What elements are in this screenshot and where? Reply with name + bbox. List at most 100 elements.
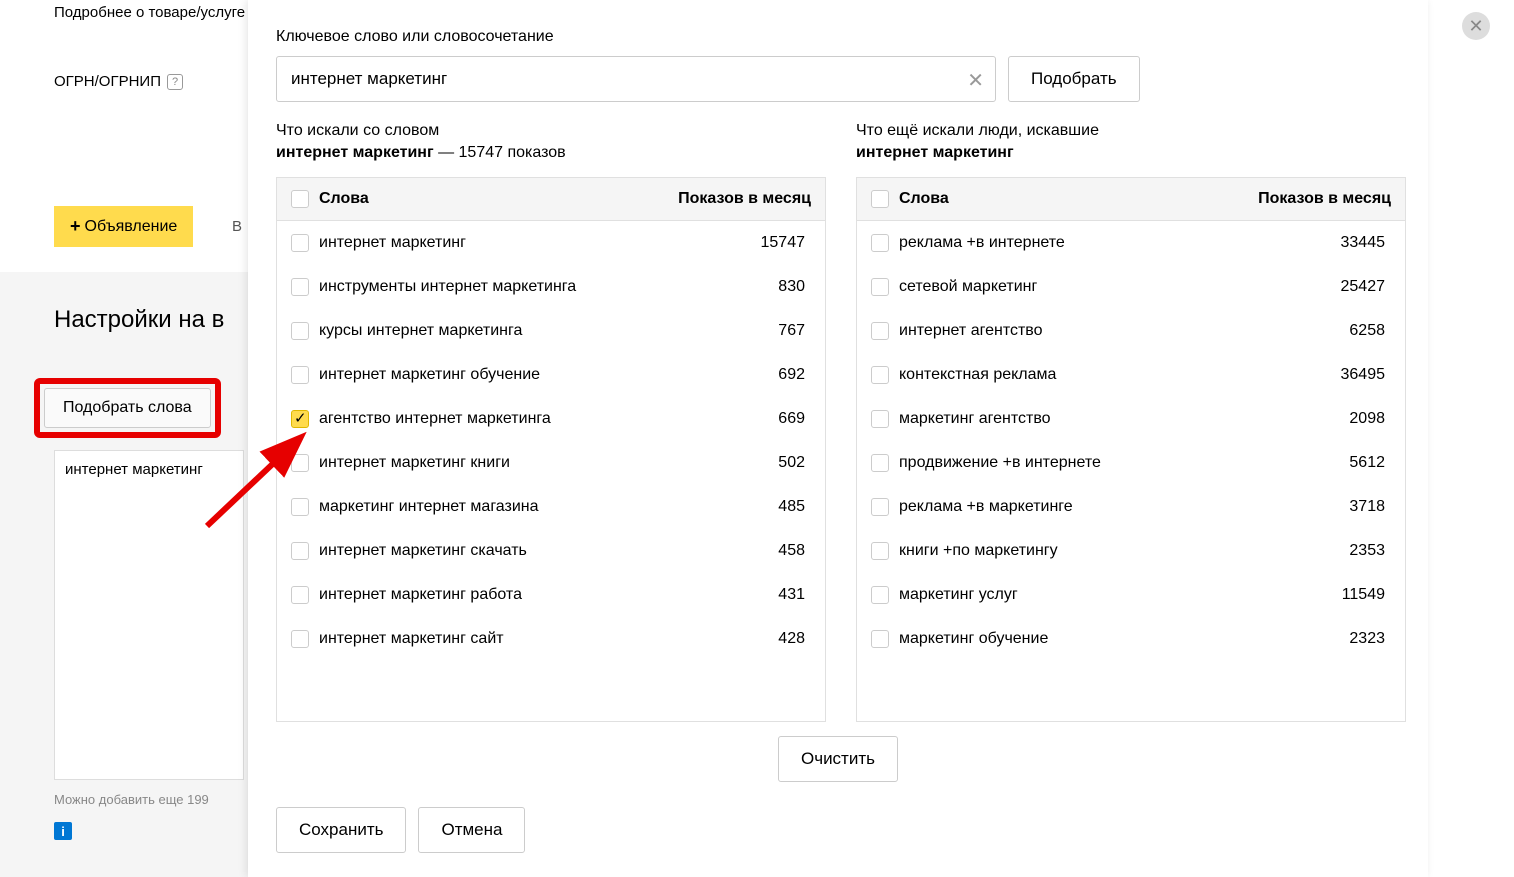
row-word: агентство интернет маркетинга bbox=[319, 410, 551, 428]
ogrnip-label: ОГРН/ОГРНИП bbox=[54, 73, 161, 90]
table-row[interactable]: реклама +в интернете33445 bbox=[857, 221, 1405, 265]
clear-button[interactable]: Очистить bbox=[778, 736, 898, 782]
plus-icon: + bbox=[70, 216, 81, 237]
row-count: 2353 bbox=[1251, 542, 1391, 560]
pick-words-button[interactable]: Подобрать слова bbox=[44, 388, 211, 428]
row-checkbox[interactable] bbox=[871, 410, 889, 428]
row-checkbox[interactable] bbox=[291, 366, 309, 384]
header-count: Показов в месяц bbox=[1231, 190, 1391, 208]
row-count: 502 bbox=[671, 454, 811, 472]
row-checkbox[interactable] bbox=[871, 278, 889, 296]
row-word: инструменты интернет маркетинга bbox=[319, 278, 576, 296]
add-ad-label: Объявление bbox=[85, 218, 178, 236]
select-all-checkbox[interactable] bbox=[291, 190, 309, 208]
table-row[interactable]: интернет маркетинг работа431 bbox=[277, 573, 825, 617]
row-word: книги +по маркетингу bbox=[899, 542, 1058, 560]
row-count: 767 bbox=[671, 322, 811, 340]
row-count: 458 bbox=[671, 542, 811, 560]
help-icon[interactable]: ? bbox=[167, 74, 183, 90]
row-count: 3718 bbox=[1251, 498, 1391, 516]
row-word: сетевой маркетинг bbox=[899, 278, 1037, 296]
row-word: интернет маркетинг обучение bbox=[319, 366, 540, 384]
row-checkbox[interactable] bbox=[871, 322, 889, 340]
close-icon[interactable]: ✕ bbox=[1462, 12, 1490, 40]
background-page: Подробнее о товаре/услуге ОГРН/ОГРНИП ? … bbox=[0, 0, 260, 877]
cancel-button[interactable]: Отмена bbox=[418, 807, 525, 853]
row-checkbox[interactable] bbox=[291, 322, 309, 340]
row-count: 6258 bbox=[1251, 322, 1391, 340]
row-checkbox[interactable] bbox=[291, 234, 309, 252]
header-words: Слова bbox=[899, 190, 949, 208]
row-count: 669 bbox=[671, 410, 811, 428]
info-icon: i bbox=[54, 822, 72, 840]
row-count: 692 bbox=[671, 366, 811, 384]
row-word: интернет маркетинг bbox=[319, 234, 466, 252]
table-row[interactable]: маркетинг интернет магазина 485 bbox=[277, 485, 825, 529]
table-row[interactable]: интернет агентство 6258 bbox=[857, 309, 1405, 353]
row-word: маркетинг услуг bbox=[899, 586, 1018, 604]
product-label: Подробнее о товаре/услуге bbox=[54, 0, 260, 25]
left-table-body[interactable]: интернет маркетинг 15747 инструменты интер… bbox=[277, 221, 825, 721]
row-count: 15747 bbox=[671, 234, 811, 252]
table-row[interactable]: агентство интернет маркетинга 669 bbox=[277, 397, 825, 441]
row-word: маркетинг интернет магазина bbox=[319, 498, 539, 516]
left-results-column: Что искали со словом интернет маркетинг … bbox=[276, 120, 826, 722]
row-checkbox[interactable] bbox=[291, 498, 309, 516]
table-row[interactable]: реклама +в маркетинге 3718 bbox=[857, 485, 1405, 529]
table-row[interactable]: контекстная реклама 36495 bbox=[857, 353, 1405, 397]
row-checkbox[interactable] bbox=[291, 454, 309, 472]
row-count: 5612 bbox=[1251, 454, 1391, 472]
table-row[interactable]: продвижение +в интернете5612 bbox=[857, 441, 1405, 485]
row-checkbox[interactable] bbox=[871, 498, 889, 516]
clear-input-icon[interactable]: ✕ bbox=[967, 68, 984, 93]
table-row[interactable]: интернет маркетинг 15747 bbox=[277, 221, 825, 265]
row-count: 485 bbox=[671, 498, 811, 516]
row-word: интернет агентство bbox=[899, 322, 1043, 340]
table-row[interactable]: интернет маркетинг обучение 692 bbox=[277, 353, 825, 397]
row-checkbox[interactable] bbox=[291, 542, 309, 560]
right-caption: Что ещё искали люди, искавшие интернет м… bbox=[856, 120, 1406, 165]
row-checkbox[interactable] bbox=[291, 278, 309, 296]
table-row[interactable]: маркетинг агентство2098 bbox=[857, 397, 1405, 441]
row-word: контекстная реклама bbox=[899, 366, 1056, 384]
header-words: Слова bbox=[319, 190, 369, 208]
row-checkbox[interactable] bbox=[291, 586, 309, 604]
table-row[interactable]: инструменты интернет маркетинга 830 bbox=[277, 265, 825, 309]
save-button[interactable]: Сохранить bbox=[276, 807, 406, 853]
row-count: 11549 bbox=[1251, 586, 1391, 604]
row-checkbox[interactable] bbox=[871, 366, 889, 384]
table-row[interactable]: книги +по маркетингу 2353 bbox=[857, 529, 1405, 573]
table-row[interactable]: интернет маркетинг скачать458 bbox=[277, 529, 825, 573]
table-row[interactable]: курсы интернет маркетинга767 bbox=[277, 309, 825, 353]
table-row[interactable]: интернет маркетинг книги 502 bbox=[277, 441, 825, 485]
row-checkbox[interactable] bbox=[871, 234, 889, 252]
row-count: 36495 bbox=[1251, 366, 1391, 384]
row-checkbox[interactable] bbox=[291, 410, 309, 428]
row-word: реклама +в маркетинге bbox=[899, 498, 1073, 516]
row-checkbox[interactable] bbox=[871, 454, 889, 472]
table-row[interactable]: маркетинг обучение2323 bbox=[857, 617, 1405, 661]
row-word: интернет маркетинг работа bbox=[319, 586, 522, 604]
highlighted-button-frame: Подобрать слова bbox=[34, 378, 221, 438]
row-count: 25427 bbox=[1251, 278, 1391, 296]
row-word: интернет маркетинг сайт bbox=[319, 630, 504, 648]
submit-search-button[interactable]: Подобрать bbox=[1008, 56, 1140, 102]
row-checkbox[interactable] bbox=[871, 630, 889, 648]
row-word: маркетинг обучение bbox=[899, 630, 1048, 648]
add-ad-button[interactable]: + Объявление bbox=[54, 206, 193, 247]
right-table-body[interactable]: реклама +в интернете33445сетевой маркети… bbox=[857, 221, 1405, 721]
row-checkbox[interactable] bbox=[871, 586, 889, 604]
table-row[interactable]: интернет маркетинг сайт 428 bbox=[277, 617, 825, 661]
select-all-checkbox[interactable] bbox=[871, 190, 889, 208]
keyword-search-input[interactable] bbox=[276, 56, 996, 102]
table-row[interactable]: маркетинг услуг 11549 bbox=[857, 573, 1405, 617]
keywords-textarea[interactable]: интернет маркетинг bbox=[54, 450, 244, 780]
row-word: реклама +в интернете bbox=[899, 234, 1065, 252]
row-checkbox[interactable] bbox=[871, 542, 889, 560]
row-checkbox[interactable] bbox=[291, 630, 309, 648]
row-count: 830 bbox=[671, 278, 811, 296]
table-row[interactable]: сетевой маркетинг 25427 bbox=[857, 265, 1405, 309]
row-count: 428 bbox=[671, 630, 811, 648]
row-word: интернет маркетинг книги bbox=[319, 454, 510, 472]
left-caption: Что искали со словом интернет маркетинг … bbox=[276, 120, 826, 165]
